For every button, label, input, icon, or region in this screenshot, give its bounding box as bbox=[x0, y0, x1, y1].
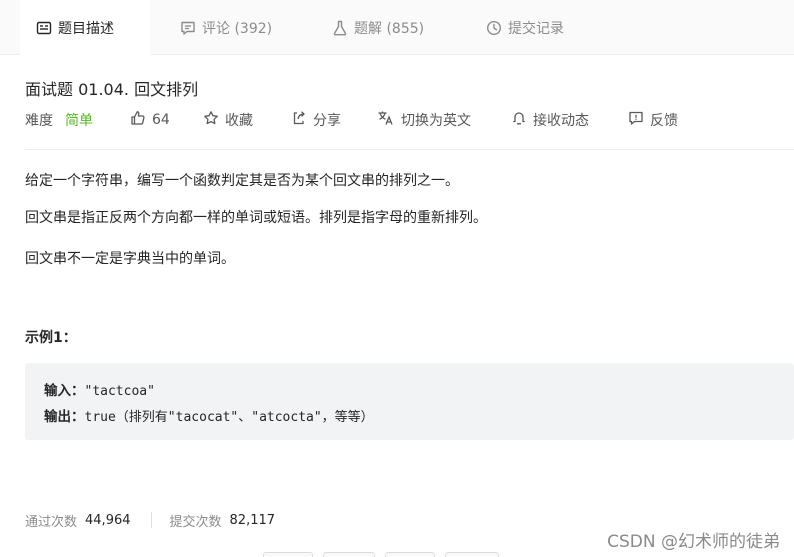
tab-comments-label: 评论 (392) bbox=[202, 20, 273, 37]
bottom-button[interactable] bbox=[445, 552, 499, 557]
feedback-icon bbox=[628, 110, 644, 130]
bottom-button[interactable] bbox=[263, 552, 313, 557]
thumbs-up-icon bbox=[130, 110, 146, 130]
share-button[interactable]: 分享 bbox=[291, 110, 341, 130]
like-count: 64 bbox=[152, 112, 170, 128]
share-label: 分享 bbox=[313, 113, 341, 129]
favorite-button[interactable]: 收藏 bbox=[203, 110, 253, 130]
passed-label: 通过次数 bbox=[25, 514, 78, 530]
description-paragraph-3: 回文串不一定是字典当中的单词。 bbox=[25, 251, 235, 267]
subscribe-label: 接收动态 bbox=[533, 113, 589, 129]
tab-solutions-label: 题解 (855) bbox=[354, 20, 425, 37]
submitted-count: 82,117 bbox=[229, 512, 276, 528]
tab-submissions-label: 提交记录 bbox=[508, 20, 564, 37]
input-label: 输入： bbox=[44, 383, 85, 399]
star-icon bbox=[203, 110, 219, 130]
flask-icon bbox=[332, 20, 348, 36]
tab-bar: 题目描述 评论 (392) 题解 (855) 提交记录 bbox=[0, 0, 794, 56]
example-heading: 示例1： bbox=[25, 330, 77, 346]
bottom-toolbar bbox=[263, 552, 499, 557]
tab-comments[interactable]: 评论 (392) bbox=[180, 0, 272, 55]
switch-language-label: 切换为英文 bbox=[401, 113, 471, 129]
description-paragraph-2: 回文串是指正反两个方向都一样的单词或短语。排列是指字母的重新排列。 bbox=[25, 210, 487, 226]
clock-icon bbox=[486, 20, 502, 36]
description-icon bbox=[36, 20, 52, 36]
tab-description-label: 题目描述 bbox=[58, 21, 114, 37]
input-value: "tactcoa" bbox=[84, 384, 155, 399]
output-label: 输出： bbox=[44, 409, 85, 425]
example-code-block: 输入："tactcoa" 输出：true（排列有"tacocat"、"atcoc… bbox=[25, 363, 794, 440]
divider bbox=[25, 149, 794, 150]
subscribe-button[interactable]: 接收动态 bbox=[511, 110, 589, 130]
watermark: CSDN @幻术师的徒弟 bbox=[607, 532, 780, 552]
difficulty-badge: 简单 bbox=[65, 113, 93, 129]
submission-stats: 通过次数 44,964 提交次数 82,117 bbox=[25, 510, 275, 530]
stats-separator bbox=[150, 512, 152, 528]
bottom-button[interactable] bbox=[385, 552, 435, 557]
feedback-button[interactable]: 反馈 bbox=[628, 110, 678, 130]
difficulty-label: 难度 bbox=[25, 113, 53, 129]
example-input-line: 输入："tactcoa" bbox=[44, 379, 155, 399]
favorite-label: 收藏 bbox=[225, 113, 253, 129]
tab-submissions[interactable]: 提交记录 bbox=[486, 0, 564, 55]
bottom-button[interactable] bbox=[323, 552, 375, 557]
output-value: true（排列有"tacocat"、"atcocta"，等等） bbox=[84, 410, 374, 425]
problem-title: 面试题 01.04. 回文排列 bbox=[25, 80, 199, 99]
share-icon bbox=[291, 110, 307, 130]
translate-icon bbox=[377, 110, 395, 130]
example-output-line: 输出：true（排列有"tacocat"、"atcocta"，等等） bbox=[44, 405, 374, 425]
problem-meta: 难度 简单 64 收藏 分享 切换为英文 接收动态 反馈 bbox=[25, 108, 678, 132]
tab-description[interactable]: 题目描述 bbox=[20, 0, 150, 56]
description-paragraph-1: 给定一个字符串，编写一个函数判定其是否为某个回文串的排列之一。 bbox=[25, 173, 459, 189]
like-button[interactable]: 64 bbox=[130, 110, 170, 130]
comment-icon bbox=[180, 20, 196, 36]
bell-icon bbox=[511, 110, 527, 130]
passed-count: 44,964 bbox=[85, 512, 131, 528]
switch-language-button[interactable]: 切换为英文 bbox=[377, 110, 471, 130]
submitted-label: 提交次数 bbox=[169, 514, 222, 530]
feedback-label: 反馈 bbox=[650, 113, 678, 129]
tab-solutions[interactable]: 题解 (855) bbox=[332, 0, 424, 55]
